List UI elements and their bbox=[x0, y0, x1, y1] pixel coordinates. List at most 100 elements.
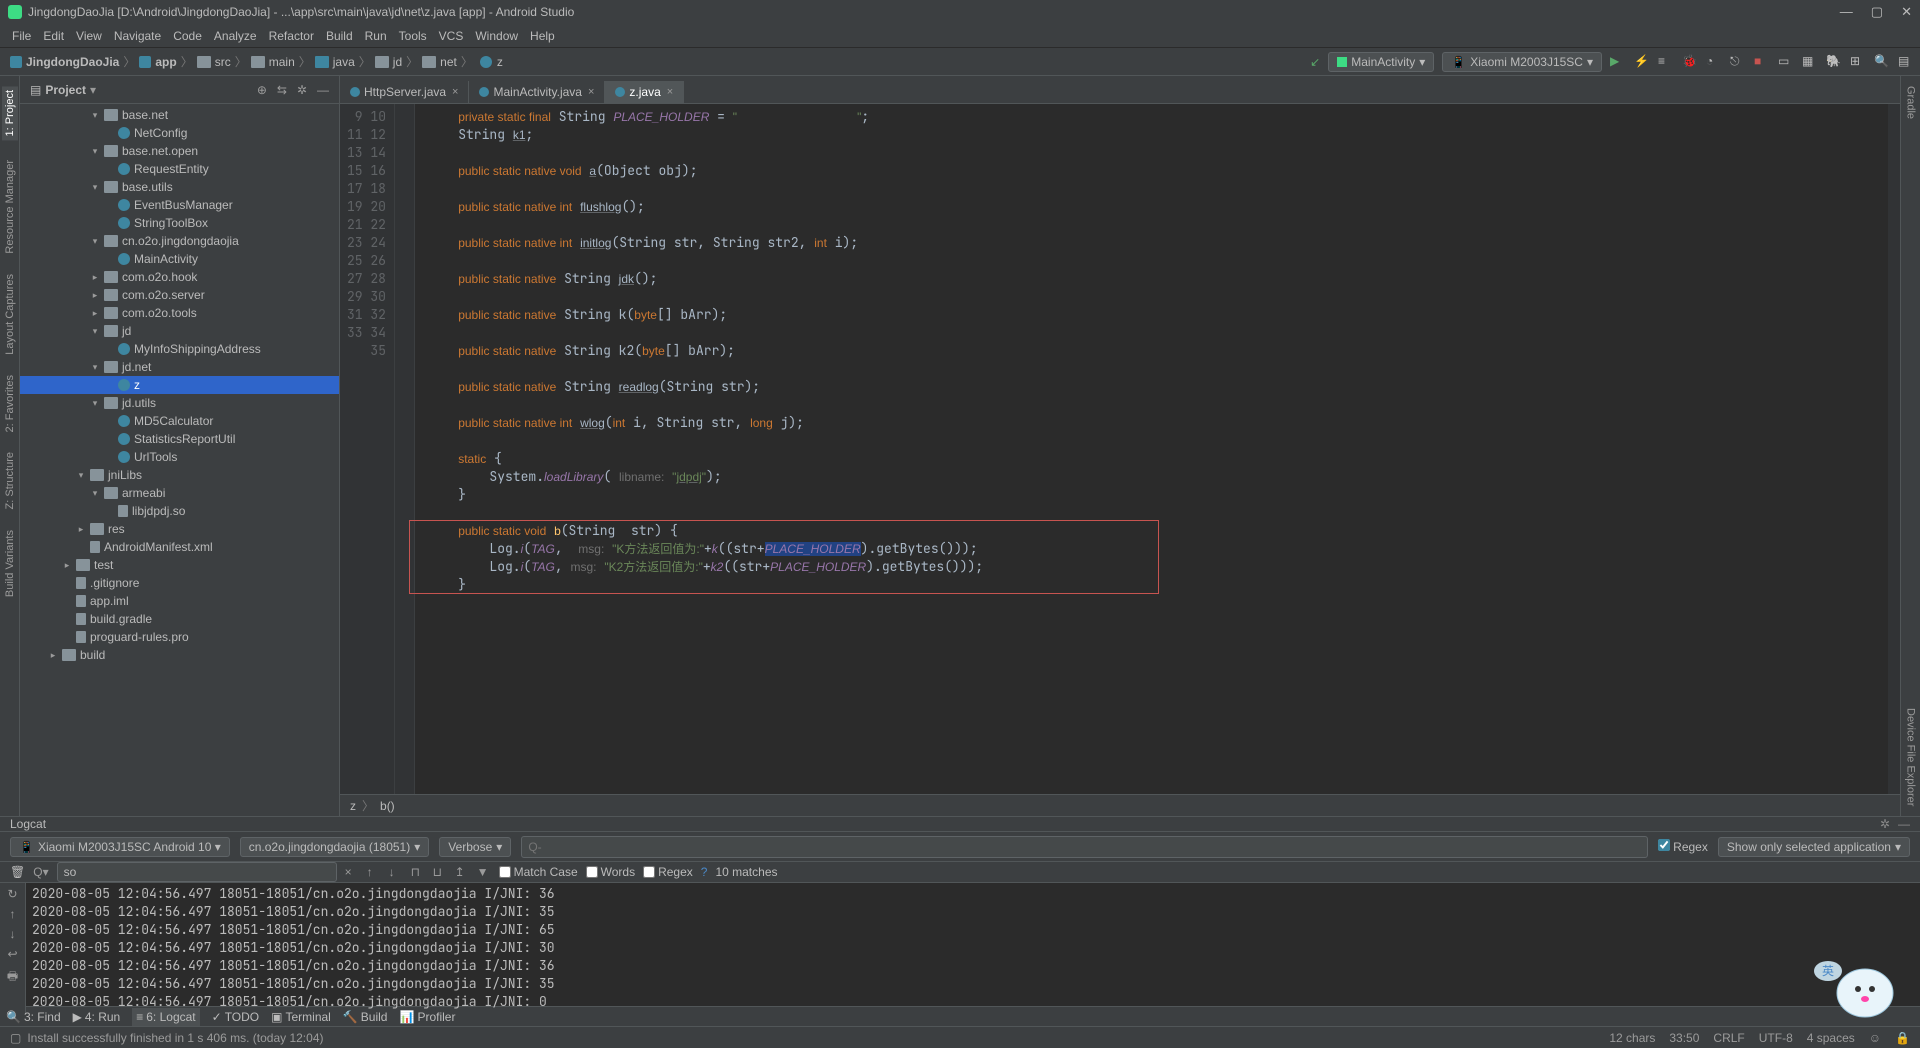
tree-row[interactable]: RequestEntity bbox=[20, 160, 339, 178]
tool-gradle[interactable]: Gradle bbox=[1905, 86, 1917, 119]
code-area[interactable]: private static final String PLACE_HOLDER… bbox=[415, 104, 1888, 794]
tool-structure[interactable]: Z: Structure bbox=[4, 452, 16, 509]
tree-row[interactable]: MyInfoShippingAddress bbox=[20, 340, 339, 358]
menu-edit[interactable]: Edit bbox=[37, 29, 70, 43]
device-selector[interactable]: 📱Xiaomi M2003J15SC ▾ bbox=[1442, 52, 1602, 72]
logcat-search-input[interactable] bbox=[521, 836, 1648, 858]
match-case-check[interactable]: Match Case bbox=[499, 865, 578, 879]
wrap-icon[interactable]: ↩ bbox=[7, 947, 17, 961]
tree-row[interactable]: ▾jd.utils bbox=[20, 394, 339, 412]
debug-icon[interactable]: 🐞 bbox=[1682, 54, 1698, 70]
restart-icon[interactable]: ↻ bbox=[7, 887, 17, 901]
close-tab-icon[interactable]: × bbox=[452, 86, 458, 98]
project-tree[interactable]: ▾base.netNetConfig▾base.net.openRequestE… bbox=[20, 104, 339, 816]
crumb-class[interactable]: z bbox=[350, 799, 356, 813]
apply-code-icon[interactable]: ≡ bbox=[1658, 54, 1674, 70]
close-icon[interactable]: × bbox=[345, 865, 359, 879]
menu-run[interactable]: Run bbox=[359, 29, 393, 43]
avd-icon[interactable]: ▭ bbox=[1778, 54, 1794, 70]
tree-row[interactable]: build.gradle bbox=[20, 610, 339, 628]
tree-row[interactable]: ▸com.o2o.tools bbox=[20, 304, 339, 322]
tree-row[interactable]: ▾base.utils bbox=[20, 178, 339, 196]
tree-row[interactable]: MainActivity bbox=[20, 250, 339, 268]
apply-changes-icon[interactable]: ⚡ bbox=[1634, 54, 1650, 70]
run-icon[interactable]: ▶ bbox=[1610, 54, 1626, 70]
settings-icon[interactable]: ✲ bbox=[297, 83, 307, 97]
menu-file[interactable]: File bbox=[6, 29, 37, 43]
editor-tab[interactable]: MainActivity.java× bbox=[469, 81, 605, 103]
structure-icon[interactable]: ⊞ bbox=[1850, 54, 1866, 70]
tool-logcat[interactable]: ≡ 6: Logcat bbox=[132, 1008, 199, 1026]
search-icon[interactable]: 🔍 bbox=[1874, 54, 1890, 70]
tree-row[interactable]: StatisticsReportUtil bbox=[20, 430, 339, 448]
select-opened-icon[interactable]: ⊕ bbox=[257, 83, 267, 97]
sync-icon[interactable]: 🐘 bbox=[1826, 54, 1842, 70]
tree-row[interactable]: z bbox=[20, 376, 339, 394]
stop-icon[interactable]: ■ bbox=[1754, 54, 1770, 70]
tree-row[interactable]: ▾base.net.open bbox=[20, 142, 339, 160]
tree-row[interactable]: ▸test bbox=[20, 556, 339, 574]
menu-vcs[interactable]: VCS bbox=[433, 29, 470, 43]
breadcrumb[interactable]: JingdongDaoJia 〉app 〉src 〉main 〉java 〉jd… bbox=[6, 53, 507, 70]
tree-row[interactable]: ▾jniLibs bbox=[20, 466, 339, 484]
tool-profiler[interactable]: 📊 Profiler bbox=[399, 1010, 455, 1024]
logcat-level-selector[interactable]: Verbose ▾ bbox=[439, 837, 511, 857]
inspection-icon[interactable]: ☺ bbox=[1869, 1031, 1881, 1045]
tree-row[interactable]: EventBusManager bbox=[20, 196, 339, 214]
maximize-icon[interactable]: ▢ bbox=[1871, 4, 1883, 20]
status-line-sep[interactable]: CRLF bbox=[1713, 1031, 1744, 1045]
status-encoding[interactable]: UTF-8 bbox=[1759, 1031, 1793, 1045]
tool-build[interactable]: 🔨 Build bbox=[343, 1010, 388, 1024]
tree-row[interactable]: MD5Calculator bbox=[20, 412, 339, 430]
attach-icon[interactable]: ⎋ bbox=[1730, 54, 1746, 70]
sync-ok-icon[interactable]: ↙ bbox=[1310, 55, 1320, 69]
tree-row[interactable]: .gitignore bbox=[20, 574, 339, 592]
tree-row[interactable]: ▾jd.net bbox=[20, 358, 339, 376]
down-icon[interactable]: ↓ bbox=[10, 927, 16, 941]
menu-tools[interactable]: Tools bbox=[393, 29, 433, 43]
tree-row[interactable]: ▸res bbox=[20, 520, 339, 538]
tool-favorites[interactable]: 2: Favorites bbox=[4, 375, 16, 432]
profile-icon[interactable]: ◔ bbox=[1706, 54, 1722, 70]
export-icon[interactable]: ↥ bbox=[455, 865, 469, 879]
tool-project[interactable]: 1: Project bbox=[2, 86, 18, 140]
run-config-selector[interactable]: MainActivity ▾ bbox=[1328, 52, 1434, 72]
tool-terminal[interactable]: ▣ Terminal bbox=[271, 1010, 331, 1024]
sdk-icon[interactable]: ▦ bbox=[1802, 54, 1818, 70]
error-stripe[interactable] bbox=[1888, 104, 1900, 794]
logcat-output[interactable]: 2020-08-05 12:04:56.497 18051-18051/cn.o… bbox=[26, 883, 1920, 1013]
minimize-icon[interactable]: — bbox=[1840, 4, 1853, 20]
menu-analyze[interactable]: Analyze bbox=[208, 29, 263, 43]
menu-view[interactable]: View bbox=[70, 29, 108, 43]
editor-tab[interactable]: z.java× bbox=[605, 81, 684, 103]
print-icon[interactable]: 🖶 bbox=[7, 967, 18, 988]
tree-row[interactable]: ▾cn.o2o.jingdongdaojia bbox=[20, 232, 339, 250]
logcat-filter-selector[interactable]: Show only selected application ▾ bbox=[1718, 837, 1910, 857]
close-tab-icon[interactable]: × bbox=[667, 86, 673, 98]
tool-device-file-explorer[interactable]: Device File Explorer bbox=[1905, 708, 1917, 806]
menu-help[interactable]: Help bbox=[524, 29, 561, 43]
help-icon[interactable]: ? bbox=[701, 865, 708, 879]
collapse-icon[interactable]: ⇆ bbox=[277, 83, 287, 97]
tool-find[interactable]: 🔍 3: Find bbox=[6, 1010, 61, 1024]
tree-row[interactable]: StringToolBox bbox=[20, 214, 339, 232]
hide-icon[interactable]: — bbox=[317, 83, 329, 97]
menu-code[interactable]: Code bbox=[167, 29, 208, 43]
logcat-regex-check[interactable]: Regex bbox=[1658, 839, 1708, 854]
tree-row[interactable]: proguard-rules.pro bbox=[20, 628, 339, 646]
layout-icon[interactable]: ▤ bbox=[1898, 54, 1914, 70]
menu-build[interactable]: Build bbox=[320, 29, 359, 43]
tree-row[interactable]: libjdpdj.so bbox=[20, 502, 339, 520]
tree-row[interactable]: UrlTools bbox=[20, 448, 339, 466]
tree-row[interactable]: ▾jd bbox=[20, 322, 339, 340]
logcat-find-input[interactable] bbox=[57, 862, 337, 882]
hide-icon[interactable]: — bbox=[1898, 817, 1910, 831]
tree-row[interactable]: ▸build bbox=[20, 646, 339, 664]
tool-todo[interactable]: ✓ TODO bbox=[212, 1010, 260, 1024]
up-icon[interactable]: ↑ bbox=[10, 907, 16, 921]
tree-row[interactable]: ▾base.net bbox=[20, 106, 339, 124]
pin-icon[interactable]: ⊓ bbox=[411, 865, 425, 879]
tool-build-variants[interactable]: Build Variants bbox=[4, 530, 16, 597]
status-icon[interactable]: ▢ bbox=[10, 1031, 21, 1045]
prev-icon[interactable]: ↑ bbox=[367, 865, 381, 879]
